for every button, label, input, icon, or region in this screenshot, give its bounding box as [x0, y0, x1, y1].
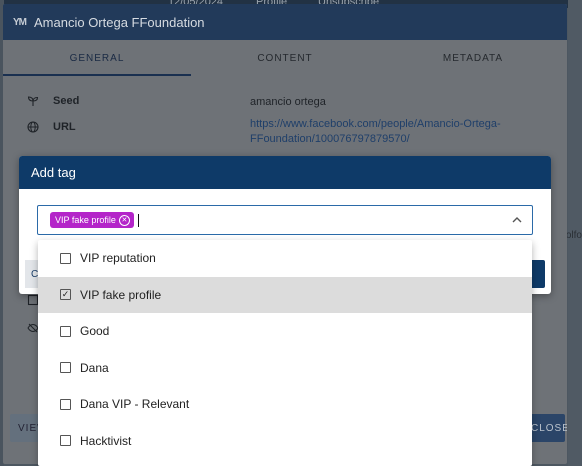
- seedling-icon: [25, 95, 41, 110]
- tag-option-label: Dana VIP - Relevant: [80, 397, 190, 412]
- chevron-up-icon[interactable]: [510, 213, 524, 227]
- tag-option-vip-fake-profile[interactable]: ✓ VIP fake profile: [38, 276, 532, 313]
- tag-option-hacktivist[interactable]: Hacktivist: [38, 423, 532, 460]
- tab-metadata[interactable]: METADATA: [379, 40, 567, 76]
- text-caret: [137, 213, 139, 227]
- app-logo-icon: YM: [13, 16, 27, 28]
- globe-icon: [25, 121, 41, 136]
- add-tag-modal-header: Add tag: [19, 156, 551, 189]
- tag-select-input[interactable]: VIP fake profile ✕: [37, 205, 533, 235]
- tag-option-label: VIP fake profile: [80, 287, 162, 302]
- tag-option-label: Hacktivist: [80, 433, 132, 448]
- tab-content[interactable]: CONTENT: [191, 40, 379, 76]
- checkbox-icon: [60, 362, 71, 374]
- tag-option-label: Good: [80, 324, 110, 339]
- remove-tag-icon[interactable]: ✕: [118, 214, 130, 226]
- tag-option-label: Dana: [80, 360, 109, 375]
- selected-tag-chip: VIP fake profile ✕: [50, 212, 134, 228]
- tab-general[interactable]: GENERAL: [3, 40, 191, 76]
- checkbox-checked-icon: ✓: [60, 289, 71, 301]
- tag-options-dropdown: VIP reputation ✓ VIP fake profile Good D…: [38, 240, 532, 466]
- tag-option-dana[interactable]: Dana: [38, 350, 532, 387]
- tag-option-good[interactable]: Good: [38, 313, 532, 350]
- field-row-seed: Seed amancio ortega: [3, 95, 567, 111]
- add-tag-modal-title: Add tag: [31, 165, 76, 180]
- field-value-seed: amancio ortega: [250, 96, 326, 108]
- checkbox-icon: [60, 435, 71, 447]
- field-row-url: URL https://www.facebook.com/people/Aman…: [3, 117, 567, 151]
- tag-option-label: VIP reputation: [80, 251, 156, 266]
- checkbox-icon: [60, 252, 71, 264]
- detail-dialog-header: YM Amancio Ortega FFoundation: [3, 4, 567, 40]
- selected-tag-label: VIP fake profile: [55, 215, 116, 225]
- field-label-url: URL: [53, 121, 76, 133]
- background-side-text: olfo: [565, 230, 582, 241]
- tag-option-dana-vip-relevant[interactable]: Dana VIP - Relevant: [38, 386, 532, 423]
- field-value-url-link[interactable]: https://www.facebook.com/people/Amancio-…: [250, 117, 510, 147]
- detail-tabs: GENERAL CONTENT METADATA: [3, 40, 567, 76]
- detail-dialog-title: Amancio Ortega FFoundation: [34, 14, 205, 30]
- field-label-seed: Seed: [53, 95, 80, 107]
- tag-option-vip-reputation[interactable]: VIP reputation: [38, 240, 532, 277]
- checkbox-icon: [60, 398, 71, 410]
- checkbox-icon: [60, 325, 71, 337]
